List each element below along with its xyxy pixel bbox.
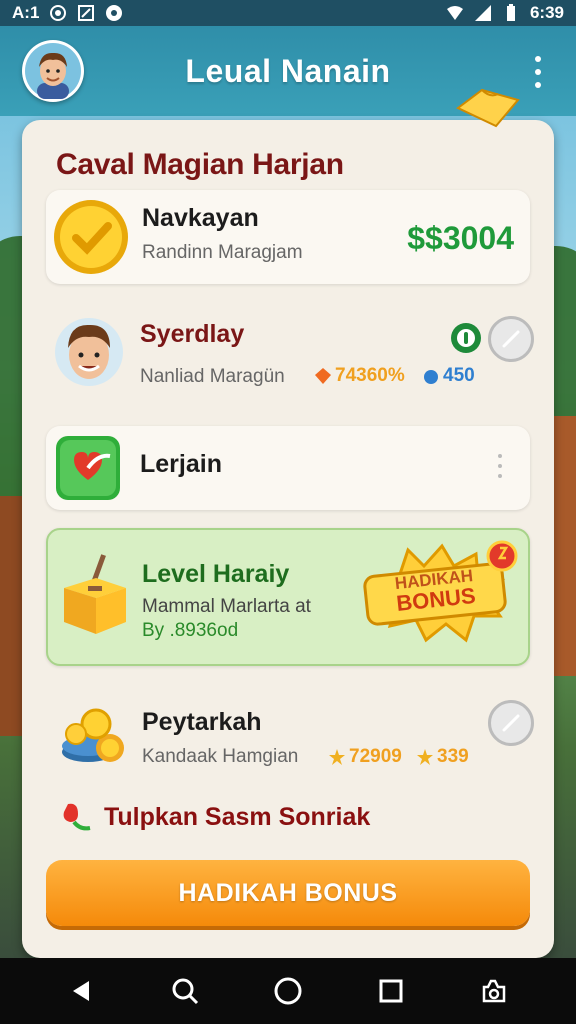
panel-title: Caval Magian Harjan xyxy=(56,148,344,181)
card-name: Navkayan xyxy=(142,204,259,232)
pencil-icon xyxy=(502,714,520,732)
card-subtitle: Kandaak Hamgian xyxy=(142,746,299,767)
flower-icon xyxy=(63,803,91,831)
recents-square-icon xyxy=(379,979,403,1003)
star-stat-value: 72909 xyxy=(349,746,402,767)
item-menu-button[interactable] xyxy=(496,454,504,478)
scroll-decoration-icon xyxy=(456,88,520,128)
menu-dot xyxy=(535,69,541,75)
star-icon xyxy=(329,749,345,765)
gem-stat: 74360% xyxy=(314,365,405,387)
crystal-icon xyxy=(424,370,438,384)
status-bar: A:1 6:39 xyxy=(0,0,576,26)
list-item[interactable]: Syerdlay Nanliad Maragün 74360% 450 xyxy=(46,298,534,406)
card-subtitle: Nanliad Maragün xyxy=(140,366,285,387)
star-stat-secondary: 339 xyxy=(416,746,469,768)
menu-dot xyxy=(498,474,502,478)
dot-notification-icon xyxy=(106,5,123,21)
back-button[interactable] xyxy=(62,971,102,1011)
app-title: Leual Nanain xyxy=(185,52,391,89)
status-time: 6:39 xyxy=(529,3,564,22)
menu-dot xyxy=(498,464,502,468)
card-name: Level Haraiy xyxy=(142,560,290,588)
menu-dot xyxy=(535,56,541,62)
card-name: Lerjain xyxy=(140,450,222,478)
status-left-text: A:1 xyxy=(12,3,40,22)
edit-square-icon xyxy=(78,5,95,21)
list-item[interactable]: Navkayan Randinn Maragjam $$3004 xyxy=(46,190,530,284)
card-subtitle-secondary: By .8936od xyxy=(142,620,239,641)
card-subtitle: Randinn Maragjam xyxy=(142,242,303,263)
screenshot-icon xyxy=(483,979,506,1003)
yellow-box-icon xyxy=(64,554,126,634)
screenshot-button[interactable] xyxy=(474,971,514,1011)
home-button[interactable] xyxy=(268,971,308,1011)
recents-button[interactable] xyxy=(371,971,411,1011)
gem-icon xyxy=(315,368,331,384)
player-avatar-icon xyxy=(55,318,123,386)
pencil-icon xyxy=(502,330,520,348)
footer-text: Tulpkan Sasm Sonriak xyxy=(104,802,371,831)
main-panel: Caval Magian Harjan Navkayan Randinn Mar… xyxy=(22,120,554,958)
back-triangle-icon xyxy=(72,981,89,1001)
gold-check-coin-icon xyxy=(54,200,128,274)
edit-button[interactable] xyxy=(488,316,534,362)
coin-pile-icon xyxy=(62,708,124,762)
edit-button[interactable] xyxy=(488,700,534,746)
gem-stat-value: 74360% xyxy=(335,365,405,386)
system-nav-bar xyxy=(0,958,576,1024)
home-circle-icon xyxy=(274,977,302,1005)
card-subtitle: Mammal Marlarta at xyxy=(142,596,311,617)
avatar-icon xyxy=(25,43,81,99)
footer-row[interactable]: Tulpkan Sasm Sonriak xyxy=(60,800,370,834)
hadikah-bonus-button[interactable]: HADIKAH BONUS xyxy=(46,860,530,926)
menu-dot xyxy=(535,82,541,88)
profile-avatar[interactable] xyxy=(22,40,84,102)
search-icon xyxy=(172,978,198,1005)
list-item[interactable]: Lerjain xyxy=(46,426,530,510)
level-bonus-card[interactable]: Level Haraiy Mammal Marlarta at By .8936… xyxy=(46,528,530,666)
search-button[interactable] xyxy=(165,971,205,1011)
overflow-menu-button[interactable] xyxy=(528,56,548,88)
star-stat-secondary-value: 339 xyxy=(437,746,469,767)
card-name: Peytarkah xyxy=(142,708,262,736)
card-name: Syerdlay xyxy=(140,320,245,348)
star-icon xyxy=(417,749,433,765)
menu-dot xyxy=(498,454,502,458)
list-item[interactable]: Peytarkah Kandaak Hamgian 72909 339 xyxy=(46,680,534,790)
balance-amount: $$3004 xyxy=(407,220,514,256)
crystal-stat-value: 450 xyxy=(443,365,475,386)
heart-app-icon xyxy=(56,436,120,500)
battery-icon xyxy=(506,4,515,21)
circle-notification-icon xyxy=(50,5,67,21)
hadikah-bonus-badge[interactable]: HADIKAH BONUS xyxy=(360,540,520,644)
green-status-icon xyxy=(451,323,481,353)
star-stat: 72909 xyxy=(328,746,402,768)
signal-icon xyxy=(474,5,491,21)
wifi-icon xyxy=(446,6,463,20)
crystal-stat: 450 xyxy=(422,365,475,387)
